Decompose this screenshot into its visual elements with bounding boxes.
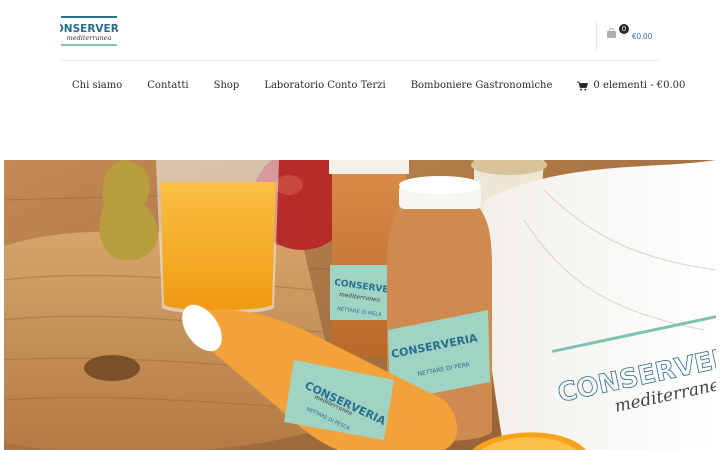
nav-item-chi-siamo[interactable]: Chi siamo [72,78,122,94]
nav-item-laboratorio[interactable]: Laboratorio Conto Terzi [264,78,385,94]
nav-item-contatti[interactable]: Contatti [147,78,188,94]
board-knot [84,355,140,381]
cart-count-badge: 0 [619,24,629,34]
mini-cart-total[interactable]: €0.00 [632,32,652,42]
brand-logo[interactable]: CONSERVERIA mediterranea [60,13,118,47]
nav-item-bomboniere[interactable]: Bomboniere Gastronomiche [411,78,553,94]
orange-juice [160,182,276,311]
logo-subtext: mediterranea [67,34,112,42]
nav-cart-label: 0 elementi - €0.00 [593,80,686,91]
hero-image: CONSERVERIA mediterranea CONSERVERIA med… [4,160,716,450]
shopping-bag-icon [607,28,616,38]
main-navigation: Chi siamo Contatti Shop Laboratorio Cont… [60,78,685,94]
nav-cart-link[interactable]: 0 elementi - €0.00 [577,78,685,94]
hero-illustration: CONSERVERIA mediterranea CONSERVERIA med… [4,160,716,450]
site-header: CONSERVERIA mediterranea 0 €0.00 [0,0,720,62]
mini-cart[interactable]: 0 €0.00 [596,22,652,50]
nav-item-shop[interactable]: Shop [214,78,240,94]
header-divider [60,60,660,61]
shopping-cart-icon [577,81,589,91]
napkin [482,160,716,450]
